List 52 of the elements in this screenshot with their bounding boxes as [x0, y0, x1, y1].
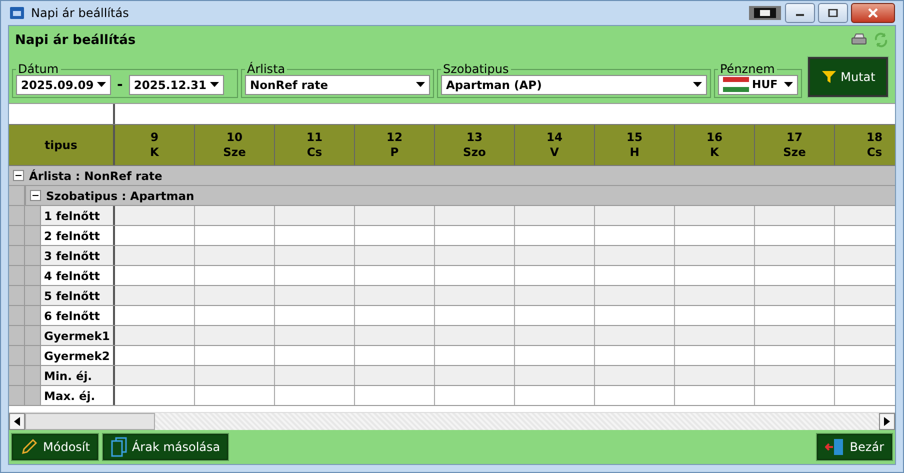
column-header: 16 K [675, 125, 755, 165]
date-dropdown[interactable]: 2025.09.09 [16, 74, 111, 94]
column-header: 17 Sze [755, 125, 835, 165]
column-header: 18 Cs [835, 125, 895, 165]
group-label: Szobatipus [442, 63, 510, 75]
column-header: 14 V [515, 125, 595, 165]
horizontal-scrollbar[interactable] [9, 412, 895, 430]
currency-dropdown[interactable]: HUF [718, 74, 798, 94]
dropdown-arrow-icon [210, 82, 219, 87]
row-label: Max. éj. [41, 386, 115, 405]
group-label: Árlista [246, 63, 286, 75]
exit-door-icon [824, 438, 845, 456]
column-header: 12 P [355, 125, 435, 165]
collapse-toggle-icon[interactable] [13, 170, 24, 181]
column-header: 15 H [595, 125, 675, 165]
toolbar-icon[interactable] [748, 4, 782, 22]
group-label: Árlista : NonRef rate [29, 168, 162, 182]
column-header: 9 K [115, 125, 195, 165]
dropdown-arrow-icon [693, 82, 702, 87]
dropdown-arrow-icon [97, 82, 106, 87]
room-type-dropdown[interactable]: Apartman (AP) [441, 74, 707, 94]
edit-button[interactable]: Módosít [12, 434, 98, 460]
close-button[interactable] [851, 3, 895, 23]
printer-icon[interactable] [851, 33, 867, 47]
scroll-left-icon[interactable] [14, 417, 20, 426]
minimize-button[interactable] [785, 3, 815, 23]
panel-title: Napi ár beállítás [15, 32, 136, 48]
group-label: Szobatipus : Apartman [46, 188, 194, 202]
show-button[interactable]: Mutat [808, 57, 888, 97]
close-window-button[interactable]: Bezár [816, 434, 892, 460]
maximize-icon [828, 9, 838, 17]
dropdown-arrow-icon [784, 82, 793, 87]
price-list-dropdown[interactable]: NonRef rate [245, 74, 430, 94]
range-separator: - [116, 76, 124, 92]
flag-icon [723, 77, 749, 92]
scroll-right-icon[interactable] [884, 417, 890, 426]
maximize-button[interactable] [818, 3, 848, 23]
copy-prices-button[interactable]: Árak másolása [102, 434, 228, 460]
date-dropdown[interactable]: 2025.12.31 [128, 74, 224, 94]
copy-icon [110, 437, 127, 457]
column-header: 10 Sze [195, 125, 275, 165]
close-icon [867, 8, 879, 18]
column-header: 13 Szo [435, 125, 515, 165]
funnel-icon [820, 69, 837, 85]
collapse-toggle-icon[interactable] [30, 190, 41, 201]
group-label: Pénznem [719, 63, 776, 75]
column-header: 11 Cs [275, 125, 355, 165]
dropdown-arrow-icon [416, 82, 425, 87]
pencil-icon [20, 438, 38, 456]
window-title: Napi ár beállítás [31, 6, 129, 20]
app-icon [9, 5, 25, 21]
group-label: Dátum [17, 63, 60, 75]
